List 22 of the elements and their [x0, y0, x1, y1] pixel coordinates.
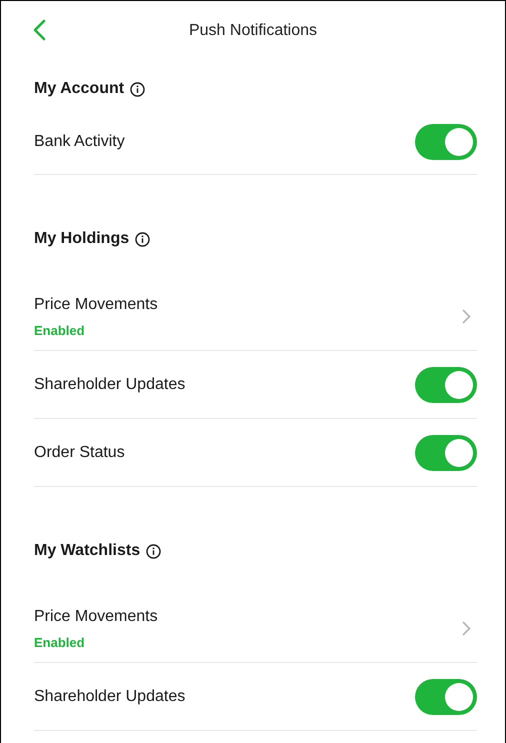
status-label: Enabled: [34, 634, 86, 650]
toggle-switch[interactable]: [415, 366, 477, 402]
setting-label: Bank Activity: [34, 132, 125, 150]
setting-label: Order Status: [34, 444, 125, 462]
status-label: Enabled: [34, 322, 86, 338]
setting-label: Price Movements: [34, 296, 158, 312]
back-icon[interactable]: [31, 19, 47, 41]
chevron-right-icon[interactable]: [462, 309, 471, 324]
info-icon[interactable]: [135, 232, 150, 246]
screen-title: Push Notifications: [188, 22, 318, 40]
toggle-switch[interactable]: [415, 124, 477, 160]
setting-label: Shareholder Updates: [34, 688, 186, 706]
section-heading: My Watchlists: [34, 542, 140, 560]
toggle-switch[interactable]: [415, 678, 477, 714]
toggle-switch[interactable]: [415, 434, 477, 470]
setting-label: Price Movements: [34, 608, 158, 624]
section-heading: My Account: [34, 80, 124, 98]
info-icon[interactable]: [146, 544, 162, 558]
chevron-right-icon[interactable]: [462, 621, 471, 636]
section-heading: My Holdings: [34, 230, 130, 248]
setting-label: Shareholder Updates: [34, 376, 186, 394]
info-icon[interactable]: [130, 82, 146, 96]
